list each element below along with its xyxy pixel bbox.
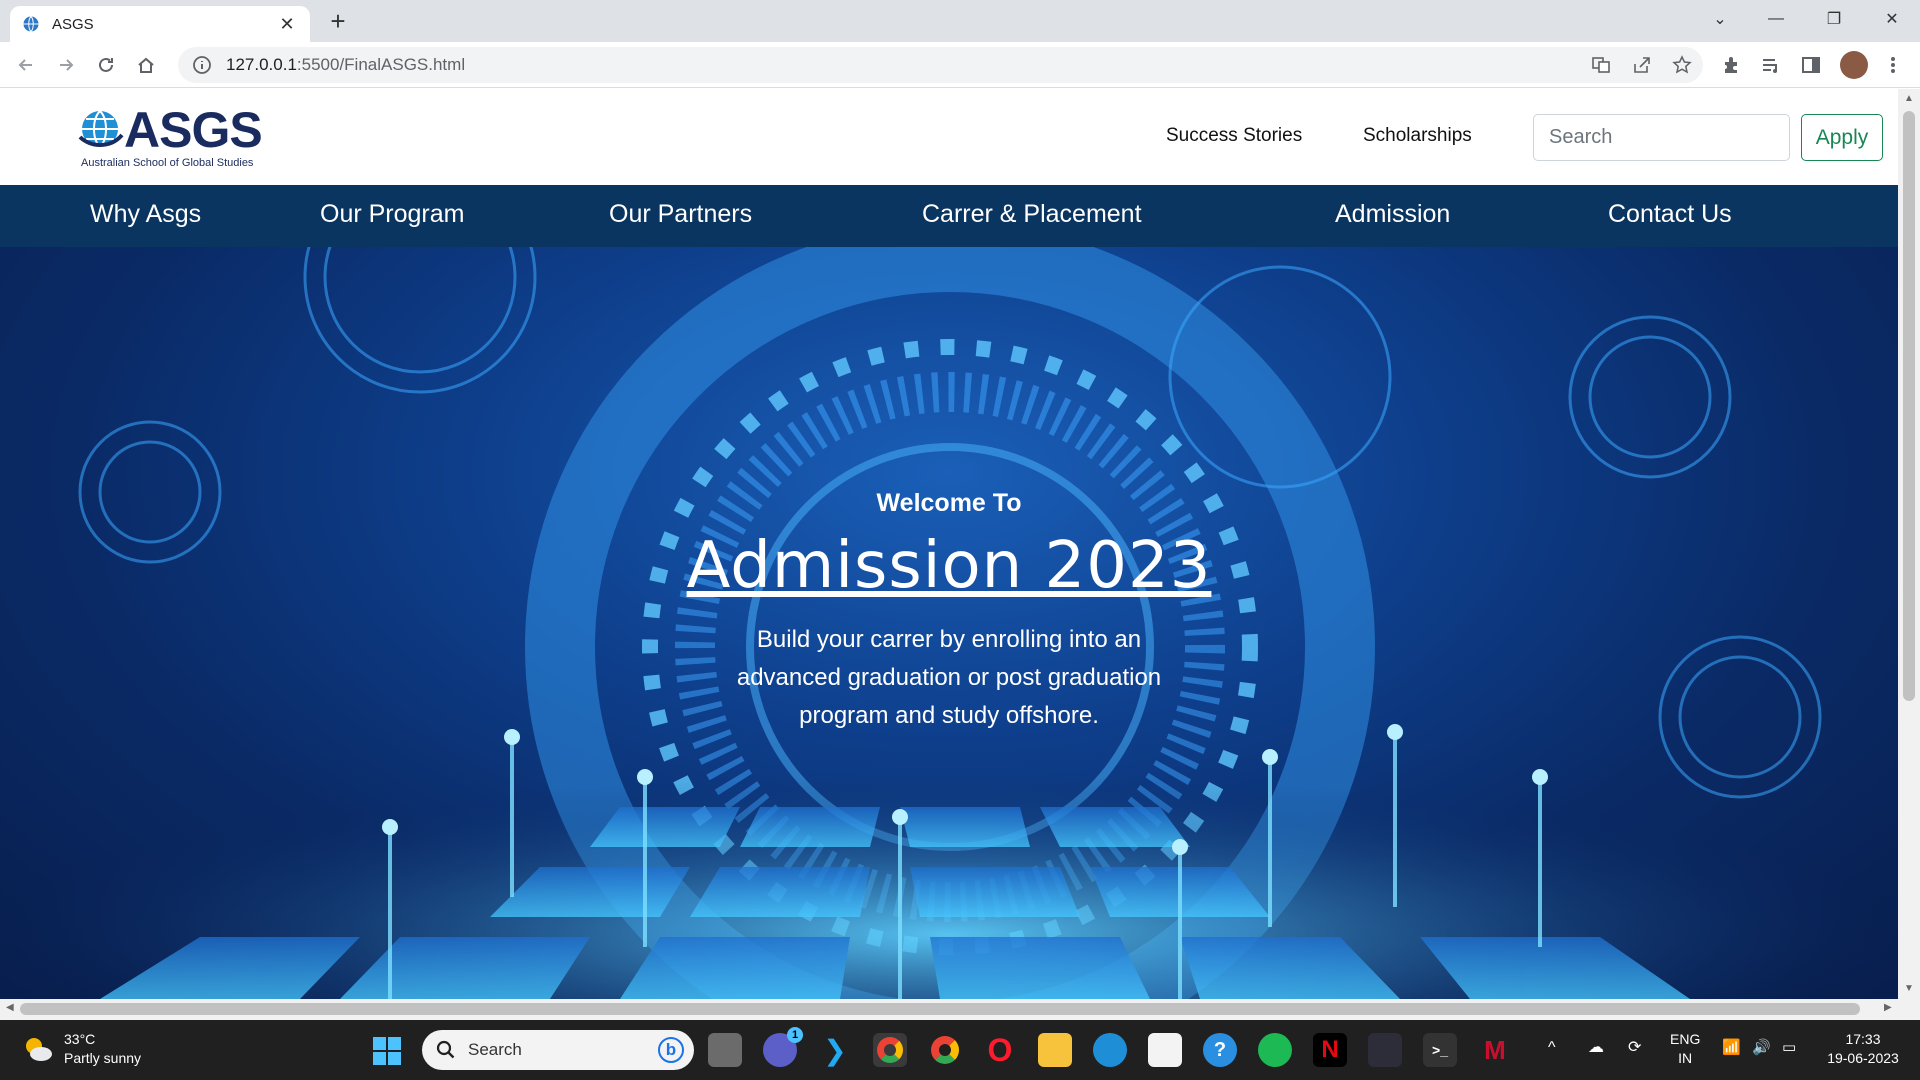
mcafee-icon[interactable]: M xyxy=(1478,1033,1512,1067)
windows-start-icon[interactable] xyxy=(372,1036,402,1066)
file-explorer-icon[interactable] xyxy=(1038,1033,1072,1067)
tab-title: ASGS xyxy=(52,15,94,33)
url-host: 127.0.0.1 xyxy=(226,55,297,74)
translate-icon[interactable] xyxy=(1588,52,1614,78)
url-path: :5500/FinalASGS.html xyxy=(296,55,466,74)
edge-icon[interactable] xyxy=(1093,1033,1127,1067)
battery-icon[interactable]: ▭ xyxy=(1782,1038,1796,1057)
horizontal-scroll-thumb[interactable] xyxy=(20,1003,1860,1015)
close-tab-icon[interactable]: ✕ xyxy=(276,14,298,35)
weather-temperature: 33°C xyxy=(64,1031,96,1047)
language-code: ENG xyxy=(1670,1031,1701,1047)
onedrive-cloud-icon[interactable]: ☁ xyxy=(1588,1038,1604,1057)
hero-title[interactable]: Admission 2023 xyxy=(0,529,1898,603)
home-icon[interactable] xyxy=(130,50,162,80)
chrome-dev-icon[interactable] xyxy=(873,1033,907,1067)
weather-widget[interactable]: 33°C Partly sunny xyxy=(22,1030,141,1068)
main-navigation: Why Asgs Our Program Our Partners Carrer… xyxy=(0,185,1898,247)
opera-icon[interactable]: O xyxy=(983,1032,1017,1068)
teams-chat-icon[interactable]: 1 xyxy=(763,1027,803,1067)
wifi-icon[interactable]: 📶 xyxy=(1722,1038,1741,1057)
vertical-scroll-thumb[interactable] xyxy=(1903,111,1915,701)
vscode-icon[interactable]: ❯ xyxy=(818,1033,852,1067)
success-stories-link[interactable]: Success Stories xyxy=(1166,125,1302,147)
nav-our-program[interactable]: Our Program xyxy=(320,200,464,229)
minimize-icon[interactable]: — xyxy=(1756,0,1796,38)
globe-favicon-icon xyxy=(23,16,39,32)
chrome-menu-icon[interactable] xyxy=(1880,52,1906,78)
extensions-icon[interactable] xyxy=(1718,52,1744,78)
mysql-workbench-icon[interactable] xyxy=(1368,1033,1402,1067)
browser-tab[interactable]: ASGS ✕ xyxy=(10,6,310,42)
address-bar[interactable]: 127.0.0.1:5500/FinalASGS.html xyxy=(178,47,1703,83)
side-panel-icon[interactable] xyxy=(1798,52,1824,78)
language-indicator[interactable]: ENG IN xyxy=(1670,1030,1700,1068)
scholarships-link[interactable]: Scholarships xyxy=(1363,125,1472,147)
nav-admission[interactable]: Admission xyxy=(1335,200,1450,229)
browser-tab-strip: ASGS ✕ + ⌄ — ❐ ✕ xyxy=(0,0,1920,42)
tab-search-chevron-icon[interactable]: ⌄ xyxy=(1700,0,1740,38)
horizontal-scrollbar[interactable]: ◀ ▶ xyxy=(0,999,1920,1020)
netflix-icon[interactable]: N xyxy=(1313,1033,1347,1067)
language-region: IN xyxy=(1678,1050,1693,1066)
nav-why-asgs[interactable]: Why Asgs xyxy=(90,200,201,229)
hero-description: Build your carrer by enrolling into an a… xyxy=(0,621,1898,735)
new-tab-icon[interactable]: + xyxy=(324,6,352,36)
show-hidden-icons-chevron-icon[interactable]: ^ xyxy=(1548,1038,1556,1057)
hero-banner: Welcome To Admission 2023 Build your car… xyxy=(0,247,1898,999)
clock-time: 17:33 xyxy=(1845,1031,1881,1047)
scroll-right-icon[interactable]: ▶ xyxy=(1884,1002,1892,1013)
forward-icon[interactable] xyxy=(50,50,82,80)
bing-icon[interactable]: b xyxy=(658,1037,684,1063)
clock-date: 19-06-2023 xyxy=(1827,1050,1899,1066)
scroll-up-icon[interactable]: ▲ xyxy=(1904,93,1914,104)
apply-button[interactable]: Apply xyxy=(1801,114,1883,161)
help-icon[interactable]: ? xyxy=(1203,1033,1237,1067)
scroll-down-icon[interactable]: ▼ xyxy=(1904,983,1914,994)
hero-desc-line-1: Build your carrer by enrolling into an xyxy=(756,626,1142,653)
site-header: ASGS Australian School of Global Studies… xyxy=(0,89,1898,185)
windows-taskbar: 33°C Partly sunny Search b 1 ❯ O ? N >_ … xyxy=(0,1020,1920,1080)
nav-contact-us[interactable]: Contact Us xyxy=(1608,200,1732,229)
scroll-left-icon[interactable]: ◀ xyxy=(6,1002,14,1013)
browser-toolbar: 127.0.0.1:5500/FinalASGS.html xyxy=(0,42,1920,88)
task-view-icon[interactable] xyxy=(708,1033,742,1067)
taskbar-search[interactable]: Search b xyxy=(422,1030,694,1070)
volume-icon[interactable]: 🔊 xyxy=(1752,1038,1771,1057)
spotify-icon[interactable] xyxy=(1258,1033,1292,1067)
bookmark-star-icon[interactable] xyxy=(1669,52,1695,78)
asgs-logo[interactable]: ASGS Australian School of Global Studies xyxy=(78,102,278,175)
hero-welcome: Welcome To xyxy=(876,489,1022,517)
profile-avatar[interactable] xyxy=(1840,51,1868,79)
sync-icon[interactable]: ⟳ xyxy=(1628,1038,1641,1057)
nav-our-partners[interactable]: Our Partners xyxy=(609,200,752,229)
media-controls-icon[interactable] xyxy=(1758,52,1784,78)
taskbar-search-label: Search xyxy=(468,1040,522,1059)
partly-sunny-icon xyxy=(26,1038,52,1061)
hero-desc-line-2: advanced graduation or post graduation xyxy=(736,664,1162,691)
search-icon xyxy=(436,1040,455,1059)
window-close-icon[interactable]: ✕ xyxy=(1872,0,1912,38)
restore-icon[interactable]: ❐ xyxy=(1814,0,1854,38)
site-info-icon[interactable] xyxy=(192,55,212,75)
vertical-scrollbar[interactable]: ▲ ▼ xyxy=(1898,89,1920,999)
globe-logo-icon xyxy=(78,110,124,148)
back-icon[interactable] xyxy=(10,50,42,80)
logo-subtitle: Australian School of Global Studies xyxy=(81,157,254,169)
site-search-input[interactable] xyxy=(1533,114,1790,161)
hero-desc-line-3: program and study offshore. xyxy=(799,702,1099,729)
chat-badge: 1 xyxy=(787,1027,803,1043)
page-viewport: ASGS Australian School of Global Studies… xyxy=(0,89,1898,999)
weather-condition: Partly sunny xyxy=(64,1050,142,1066)
chrome-icon[interactable] xyxy=(928,1033,962,1067)
reload-icon[interactable] xyxy=(90,50,122,80)
logo-text: ASGS xyxy=(124,102,263,158)
terminal-icon[interactable]: >_ xyxy=(1423,1033,1457,1067)
nav-carrer-placement[interactable]: Carrer & Placement xyxy=(922,200,1142,229)
microsoft-store-icon[interactable] xyxy=(1148,1033,1182,1067)
clock[interactable]: 17:33 19-06-2023 xyxy=(1818,1030,1908,1068)
share-icon[interactable] xyxy=(1629,52,1655,78)
